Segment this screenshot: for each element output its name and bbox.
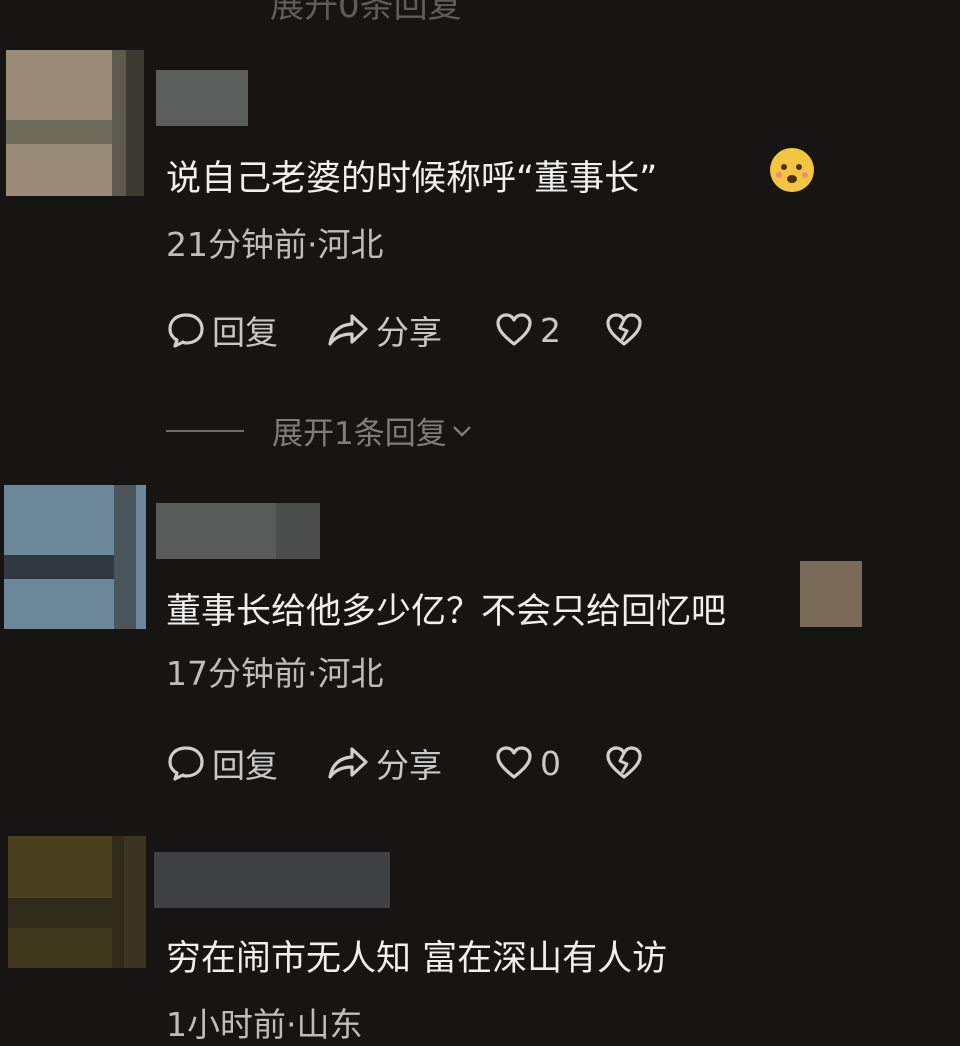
- like-count: 2: [540, 310, 561, 350]
- reply-button[interactable]: 回复: [166, 308, 278, 352]
- dislike-button[interactable]: [604, 741, 644, 785]
- username-blurred[interactable]: [156, 70, 248, 126]
- comment-meta: 1小时前·山东: [166, 1005, 363, 1044]
- broken-heart-icon: [606, 313, 642, 346]
- chevron-down-icon: [452, 425, 471, 437]
- avatar[interactable]: [4, 485, 146, 629]
- wince-emoji-icon: [770, 148, 814, 192]
- username-blurred[interactable]: [154, 852, 390, 908]
- expand-replies-partial[interactable]: 展开0条回复: [270, 0, 462, 27]
- comment-actions: 回复 分享 0: [166, 741, 686, 785]
- broken-heart-icon: [606, 746, 642, 779]
- heart-icon: [496, 313, 532, 346]
- username-blurred[interactable]: [156, 503, 320, 559]
- share-button[interactable]: 分享: [326, 741, 442, 785]
- reply-label: 回复: [212, 746, 278, 785]
- comment-item: 穷在闹市无人知 富在深山有人访 1小时前·山东: [0, 836, 960, 1044]
- like-button[interactable]: 2: [494, 308, 561, 352]
- share-arrow-icon: [328, 747, 368, 779]
- emoji-blurred: [800, 561, 862, 627]
- share-arrow-icon: [328, 314, 368, 346]
- avatar[interactable]: [8, 836, 146, 968]
- comment-meta: 21分钟前·河北: [166, 225, 384, 264]
- comment-meta: 17分钟前·河北: [166, 654, 384, 693]
- comment-actions: 回复 分享 2: [166, 308, 686, 352]
- expand-replies-label: 展开1条回复: [272, 416, 447, 452]
- like-button[interactable]: 0: [494, 741, 561, 785]
- share-label: 分享: [376, 746, 442, 785]
- comment-bubble-icon: [168, 746, 204, 781]
- avatar[interactable]: [6, 50, 144, 196]
- reply-button[interactable]: 回复: [166, 741, 278, 785]
- comment-bubble-icon: [168, 313, 204, 348]
- comment-item: 说自己老婆的时候称呼“董事长” 21分钟前·河北 回复 分享 2 展开1条回复: [0, 50, 960, 460]
- comment-text: 穷在闹市无人知 富在深山有人访: [166, 939, 668, 979]
- comment-item: 董事长给他多少亿？不会只给回忆吧 17分钟前·河北 回复 分享 0: [0, 485, 960, 815]
- like-count: 0: [540, 743, 561, 783]
- dislike-button[interactable]: [604, 308, 644, 352]
- share-label: 分享: [376, 313, 442, 352]
- expand-replies[interactable]: 展开1条回复: [166, 408, 473, 453]
- comment-text: 董事长给他多少亿？不会只给回忆吧: [166, 592, 727, 632]
- share-button[interactable]: 分享: [326, 308, 442, 352]
- reply-label: 回复: [212, 313, 278, 352]
- comment-text: 说自己老婆的时候称呼“董事长”: [166, 159, 658, 199]
- divider-line: [166, 429, 244, 432]
- heart-icon: [496, 746, 532, 779]
